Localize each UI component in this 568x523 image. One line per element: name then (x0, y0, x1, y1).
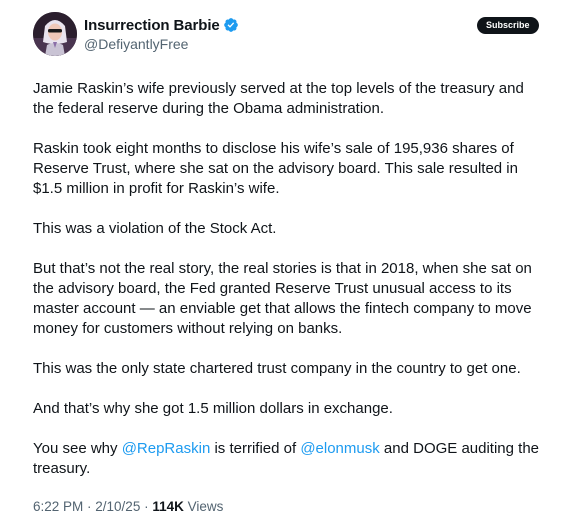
tweet-paragraph: And that’s why she got 1.5 million dolla… (33, 400, 393, 417)
views-count: 114K (152, 499, 184, 514)
text-segment: is terrified of (210, 440, 301, 457)
tweet-paragraph: Raskin took eight months to disclose his… (33, 140, 518, 197)
mention-link-repraskin[interactable]: @RepRaskin (122, 440, 211, 457)
tweet-paragraph: Jamie Raskin’s wife previously served at… (33, 80, 524, 117)
tweet-paragraph-mentions: You see why @RepRaskin is terrified of @… (33, 439, 539, 479)
meta-separator: · (83, 499, 96, 514)
author-info: Insurrection Barbie @DefiyantlyFree (84, 16, 239, 52)
mention-link-elonmusk[interactable]: @elonmusk (300, 440, 379, 457)
meta-separator: · (140, 499, 153, 514)
verified-badge-icon (223, 17, 239, 33)
display-name[interactable]: Insurrection Barbie (84, 17, 220, 34)
tweet-date[interactable]: 2/10/25 (95, 499, 140, 514)
tweet-meta: 6:22 PM · 2/10/25 · 114K Views (33, 499, 223, 514)
tweet-time[interactable]: 6:22 PM (33, 499, 83, 514)
tweet-paragraph: This was a violation of the Stock Act. (33, 220, 277, 237)
text-segment: You see why (33, 440, 122, 457)
tweet-card: Insurrection Barbie @DefiyantlyFree Subs… (0, 0, 568, 523)
tweet-header: Insurrection Barbie @DefiyantlyFree Subs… (33, 12, 539, 58)
tweet-paragraph: This was the only state chartered trust … (33, 360, 521, 377)
author-handle[interactable]: @DefiyantlyFree (84, 36, 239, 52)
views-label: Views (183, 499, 224, 514)
subscribe-button[interactable]: Subscribe (477, 17, 539, 34)
display-name-row: Insurrection Barbie (84, 16, 239, 34)
avatar-image (33, 12, 77, 56)
tweet-text: Jamie Raskin’s wife previously served at… (33, 79, 539, 479)
tweet-paragraph: But that’s not the real story, the real … (33, 260, 532, 337)
avatar[interactable] (33, 12, 77, 56)
